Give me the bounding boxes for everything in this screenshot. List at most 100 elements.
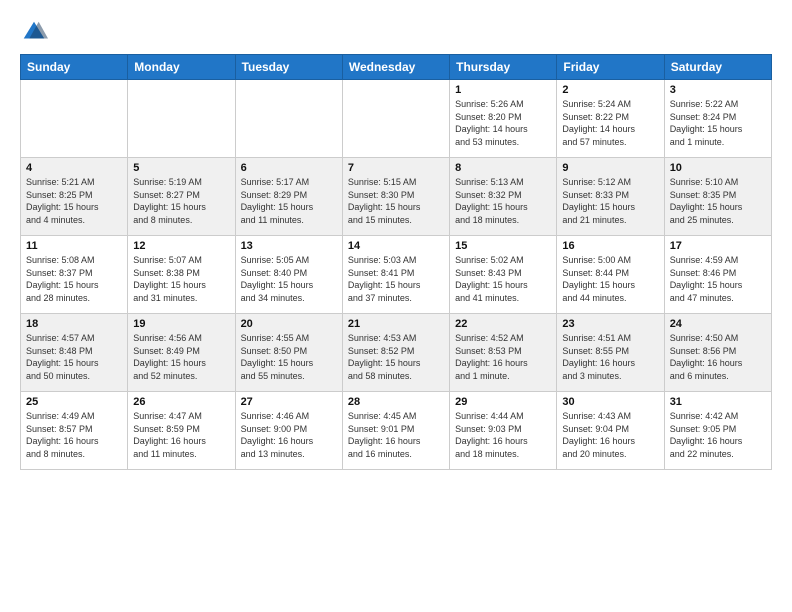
day-info: Sunrise: 5:05 AM Sunset: 8:40 PM Dayligh…: [241, 254, 337, 304]
day-number: 25: [26, 396, 122, 408]
calendar-week-3: 18 Sunrise: 4:57 AM Sunset: 8:48 PM Dayli…: [21, 314, 772, 392]
page: SundayMondayTuesdayWednesdayThursdayFrid…: [0, 0, 792, 612]
day-number: 17: [670, 240, 766, 252]
calendar-cell: 3 Sunrise: 5:22 AM Sunset: 8:24 PM Daylig…: [664, 80, 771, 158]
day-info: Sunrise: 5:21 AM Sunset: 8:25 PM Dayligh…: [26, 176, 122, 226]
calendar-cell: 29 Sunrise: 4:44 AM Sunset: 9:03 PM Dayli…: [450, 392, 557, 470]
day-info: Sunrise: 5:22 AM Sunset: 8:24 PM Dayligh…: [670, 98, 766, 148]
calendar-week-1: 4 Sunrise: 5:21 AM Sunset: 8:25 PM Daylig…: [21, 158, 772, 236]
day-number: 23: [562, 318, 658, 330]
day-info: Sunrise: 4:59 AM Sunset: 8:46 PM Dayligh…: [670, 254, 766, 304]
calendar-cell: 21 Sunrise: 4:53 AM Sunset: 8:52 PM Dayli…: [342, 314, 449, 392]
calendar-cell: 13 Sunrise: 5:05 AM Sunset: 8:40 PM Dayli…: [235, 236, 342, 314]
day-info: Sunrise: 5:26 AM Sunset: 8:20 PM Dayligh…: [455, 98, 551, 148]
day-number: 3: [670, 84, 766, 96]
calendar-cell: [21, 80, 128, 158]
day-number: 30: [562, 396, 658, 408]
day-number: 12: [133, 240, 229, 252]
day-info: Sunrise: 4:49 AM Sunset: 8:57 PM Dayligh…: [26, 410, 122, 460]
calendar-cell: 18 Sunrise: 4:57 AM Sunset: 8:48 PM Dayli…: [21, 314, 128, 392]
day-number: 26: [133, 396, 229, 408]
weekday-header-sunday: Sunday: [21, 55, 128, 80]
day-info: Sunrise: 5:17 AM Sunset: 8:29 PM Dayligh…: [241, 176, 337, 226]
day-number: 4: [26, 162, 122, 174]
day-number: 31: [670, 396, 766, 408]
calendar-cell: 22 Sunrise: 4:52 AM Sunset: 8:53 PM Dayli…: [450, 314, 557, 392]
calendar-cell: 23Sunrise: 4:51 AM Sunset: 8:55 PM Dayli…: [557, 314, 664, 392]
day-number: 8: [455, 162, 551, 174]
day-info: Sunrise: 4:52 AM Sunset: 8:53 PM Dayligh…: [455, 332, 551, 382]
calendar-cell: [128, 80, 235, 158]
day-number: 7: [348, 162, 444, 174]
day-info: Sunrise: 4:53 AM Sunset: 8:52 PM Dayligh…: [348, 332, 444, 382]
day-number: 20: [241, 318, 337, 330]
weekday-header-saturday: Saturday: [664, 55, 771, 80]
day-number: 19: [133, 318, 229, 330]
day-info: Sunrise: 5:13 AM Sunset: 8:32 PM Dayligh…: [455, 176, 551, 226]
weekday-header-thursday: Thursday: [450, 55, 557, 80]
calendar-cell: 20 Sunrise: 4:55 AM Sunset: 8:50 PM Dayli…: [235, 314, 342, 392]
day-number: 11: [26, 240, 122, 252]
calendar-cell: 16 Sunrise: 5:00 AM Sunset: 8:44 PM Dayli…: [557, 236, 664, 314]
calendar-cell: 5 Sunrise: 5:19 AM Sunset: 8:27 PM Daylig…: [128, 158, 235, 236]
calendar-header-row: SundayMondayTuesdayWednesdayThursdayFrid…: [21, 55, 772, 80]
day-info: Sunrise: 5:03 AM Sunset: 8:41 PM Dayligh…: [348, 254, 444, 304]
calendar-cell: 19Sunrise: 4:56 AM Sunset: 8:49 PM Dayli…: [128, 314, 235, 392]
day-number: 22: [455, 318, 551, 330]
calendar-cell: 6Sunrise: 5:17 AM Sunset: 8:29 PM Daylig…: [235, 158, 342, 236]
calendar-cell: 28Sunrise: 4:45 AM Sunset: 9:01 PM Dayli…: [342, 392, 449, 470]
header: [20, 18, 772, 46]
calendar-cell: [235, 80, 342, 158]
weekday-header-monday: Monday: [128, 55, 235, 80]
day-info: Sunrise: 5:19 AM Sunset: 8:27 PM Dayligh…: [133, 176, 229, 226]
day-number: 18: [26, 318, 122, 330]
day-info: Sunrise: 4:55 AM Sunset: 8:50 PM Dayligh…: [241, 332, 337, 382]
calendar-cell: 2 Sunrise: 5:24 AM Sunset: 8:22 PM Daylig…: [557, 80, 664, 158]
day-info: Sunrise: 5:00 AM Sunset: 8:44 PM Dayligh…: [562, 254, 658, 304]
day-number: 29: [455, 396, 551, 408]
calendar-cell: 15Sunrise: 5:02 AM Sunset: 8:43 PM Dayli…: [450, 236, 557, 314]
calendar-cell: 11Sunrise: 5:08 AM Sunset: 8:37 PM Dayli…: [21, 236, 128, 314]
day-info: Sunrise: 5:07 AM Sunset: 8:38 PM Dayligh…: [133, 254, 229, 304]
day-number: 21: [348, 318, 444, 330]
day-number: 14: [348, 240, 444, 252]
day-number: 9: [562, 162, 658, 174]
calendar-cell: 27 Sunrise: 4:46 AM Sunset: 9:00 PM Dayli…: [235, 392, 342, 470]
calendar-cell: [342, 80, 449, 158]
calendar-cell: 14 Sunrise: 5:03 AM Sunset: 8:41 PM Dayli…: [342, 236, 449, 314]
calendar-cell: 25 Sunrise: 4:49 AM Sunset: 8:57 PM Dayli…: [21, 392, 128, 470]
calendar-cell: 9 Sunrise: 5:12 AM Sunset: 8:33 PM Daylig…: [557, 158, 664, 236]
calendar-cell: 31Sunrise: 4:42 AM Sunset: 9:05 PM Dayli…: [664, 392, 771, 470]
day-number: 13: [241, 240, 337, 252]
day-number: 28: [348, 396, 444, 408]
day-info: Sunrise: 5:10 AM Sunset: 8:35 PM Dayligh…: [670, 176, 766, 226]
day-number: 27: [241, 396, 337, 408]
day-info: Sunrise: 4:57 AM Sunset: 8:48 PM Dayligh…: [26, 332, 122, 382]
calendar-week-2: 11Sunrise: 5:08 AM Sunset: 8:37 PM Dayli…: [21, 236, 772, 314]
calendar-cell: 30 Sunrise: 4:43 AM Sunset: 9:04 PM Dayli…: [557, 392, 664, 470]
weekday-header-wednesday: Wednesday: [342, 55, 449, 80]
day-info: Sunrise: 5:15 AM Sunset: 8:30 PM Dayligh…: [348, 176, 444, 226]
logo-icon: [20, 18, 48, 46]
day-info: Sunrise: 4:47 AM Sunset: 8:59 PM Dayligh…: [133, 410, 229, 460]
day-info: Sunrise: 4:50 AM Sunset: 8:56 PM Dayligh…: [670, 332, 766, 382]
day-info: Sunrise: 4:46 AM Sunset: 9:00 PM Dayligh…: [241, 410, 337, 460]
day-number: 15: [455, 240, 551, 252]
day-number: 5: [133, 162, 229, 174]
day-number: 1: [455, 84, 551, 96]
calendar-cell: 17 Sunrise: 4:59 AM Sunset: 8:46 PM Dayli…: [664, 236, 771, 314]
day-number: 2: [562, 84, 658, 96]
day-info: Sunrise: 4:44 AM Sunset: 9:03 PM Dayligh…: [455, 410, 551, 460]
calendar-week-4: 25 Sunrise: 4:49 AM Sunset: 8:57 PM Dayli…: [21, 392, 772, 470]
day-info: Sunrise: 5:12 AM Sunset: 8:33 PM Dayligh…: [562, 176, 658, 226]
weekday-header-tuesday: Tuesday: [235, 55, 342, 80]
day-info: Sunrise: 4:43 AM Sunset: 9:04 PM Dayligh…: [562, 410, 658, 460]
day-info: Sunrise: 5:24 AM Sunset: 8:22 PM Dayligh…: [562, 98, 658, 148]
calendar-cell: 8 Sunrise: 5:13 AM Sunset: 8:32 PM Daylig…: [450, 158, 557, 236]
day-number: 16: [562, 240, 658, 252]
weekday-header-friday: Friday: [557, 55, 664, 80]
calendar-cell: 1 Sunrise: 5:26 AM Sunset: 8:20 PM Daylig…: [450, 80, 557, 158]
calendar-cell: 26 Sunrise: 4:47 AM Sunset: 8:59 PM Dayli…: [128, 392, 235, 470]
calendar-cell: 12 Sunrise: 5:07 AM Sunset: 8:38 PM Dayli…: [128, 236, 235, 314]
calendar: SundayMondayTuesdayWednesdayThursdayFrid…: [20, 54, 772, 470]
